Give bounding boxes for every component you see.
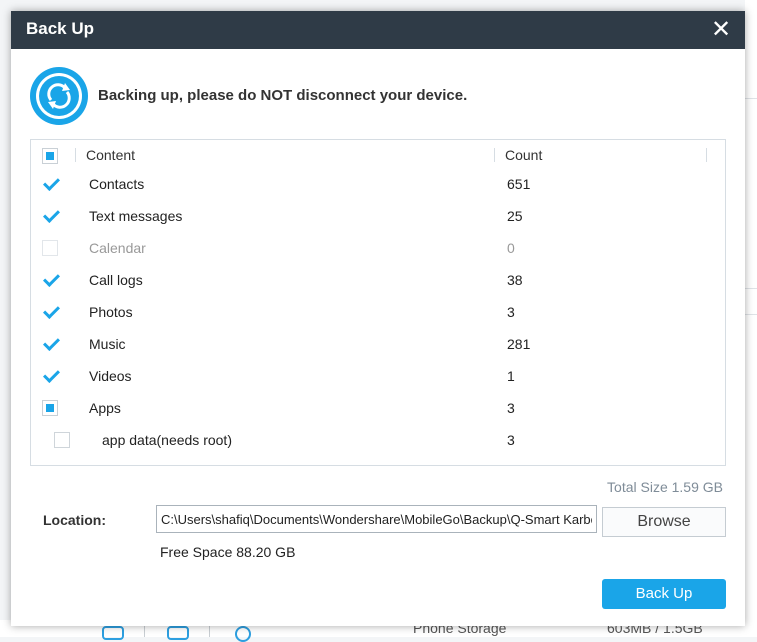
background-panel: [745, 0, 757, 637]
row-count: 1: [507, 368, 515, 384]
background-divider: [745, 314, 757, 315]
app-data-checkbox[interactable]: [54, 432, 70, 448]
row-name: app data(needs root): [102, 432, 232, 448]
row-name: Apps: [89, 400, 121, 416]
row-count: 281: [507, 336, 531, 352]
row-name: Text messages: [89, 208, 183, 224]
select-all-checkbox[interactable]: [42, 148, 58, 164]
sync-icon: [29, 66, 89, 126]
table-row-call-logs[interactable]: Call logs 38: [31, 264, 725, 296]
music-checkbox[interactable]: [42, 336, 58, 352]
column-header-count: Count: [505, 147, 543, 163]
column-separator: [706, 148, 707, 162]
table-row-text-messages[interactable]: Text messages 25: [31, 200, 725, 232]
photos-checkbox[interactable]: [42, 304, 58, 320]
apps-checkbox[interactable]: [42, 400, 58, 416]
row-count: 3: [507, 304, 515, 320]
column-header-content: Content: [86, 147, 136, 163]
background-divider: [745, 98, 757, 99]
location-label: Location:: [43, 512, 106, 528]
row-count: 0: [507, 240, 515, 256]
content-table: Content Count Contacts 651 Text messages…: [30, 139, 726, 466]
videos-checkbox[interactable]: [42, 368, 58, 384]
table-header: Content Count: [31, 140, 725, 170]
row-count: 38: [507, 272, 523, 288]
table-row-app-data[interactable]: app data(needs root) 3: [31, 424, 725, 456]
backup-dialog: Back Up ✕ Backing up, please do NOT disc…: [11, 11, 745, 626]
search-icon: [235, 626, 251, 642]
call-logs-checkbox[interactable]: [42, 272, 58, 288]
free-space: Free Space 88.20 GB: [160, 544, 296, 560]
total-size: Total Size 1.59 GB: [607, 479, 723, 495]
row-count: 651: [507, 176, 531, 192]
column-separator: [75, 148, 76, 162]
table-row-music[interactable]: Music 281: [31, 328, 725, 360]
back-up-button[interactable]: Back Up: [602, 579, 726, 609]
row-name: Calendar: [89, 240, 146, 256]
background-divider: [745, 288, 757, 289]
text-messages-checkbox[interactable]: [42, 208, 58, 224]
close-icon[interactable]: ✕: [709, 18, 733, 42]
table-row-apps[interactable]: Apps 3: [31, 392, 725, 424]
camera-icon: [102, 626, 124, 640]
column-separator: [494, 148, 495, 162]
dialog-titlebar: Back Up ✕: [11, 11, 745, 49]
dialog-title: Back Up: [26, 19, 95, 38]
browse-button[interactable]: Browse: [602, 507, 726, 537]
table-row-calendar: Calendar 0: [31, 232, 725, 264]
table-row-videos[interactable]: Videos 1: [31, 360, 725, 392]
status-message: Backing up, please do NOT disconnect you…: [98, 87, 468, 104]
row-count: 3: [507, 432, 515, 448]
row-name: Contacts: [89, 176, 145, 192]
table-row-contacts[interactable]: Contacts 651: [31, 168, 725, 200]
row-name: Music: [89, 336, 126, 352]
row-count: 25: [507, 208, 523, 224]
row-name: Videos: [89, 368, 132, 384]
row-name: Photos: [89, 304, 133, 320]
calendar-checkbox: [42, 240, 58, 256]
table-row-photos[interactable]: Photos 3: [31, 296, 725, 328]
screen-icon: [167, 626, 189, 640]
row-name: Call logs: [89, 272, 143, 288]
contacts-checkbox[interactable]: [42, 176, 58, 192]
row-count: 3: [507, 400, 515, 416]
location-input[interactable]: [156, 505, 597, 533]
